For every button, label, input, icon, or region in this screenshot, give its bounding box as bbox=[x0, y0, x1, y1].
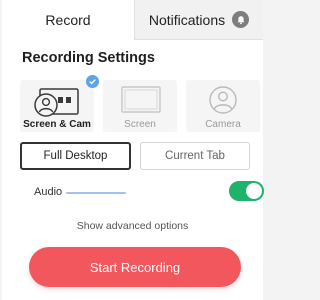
tab-record[interactable]: Record bbox=[2, 0, 134, 40]
mode-screen[interactable]: Screen bbox=[103, 80, 177, 132]
audio-level-meter bbox=[66, 192, 126, 194]
selected-check-icon bbox=[86, 75, 99, 88]
show-advanced-options-link[interactable]: Show advanced options bbox=[2, 220, 263, 232]
tab-record-label: Record bbox=[45, 12, 91, 28]
screen-cam-icon bbox=[34, 88, 79, 117]
mode-screen-cam[interactable]: Screen & Cam bbox=[20, 80, 94, 132]
mode-camera[interactable]: Camera bbox=[186, 80, 260, 132]
full-desktop-button[interactable]: Full Desktop bbox=[20, 142, 131, 170]
audio-toggle[interactable] bbox=[229, 181, 264, 201]
start-recording-button[interactable]: Start Recording bbox=[29, 247, 241, 287]
current-tab-button[interactable]: Current Tab bbox=[140, 142, 250, 170]
tab-bar: Record Notifications bbox=[2, 0, 263, 40]
recording-settings-heading: Recording Settings bbox=[22, 50, 155, 66]
recorder-panel: Record Notifications Recording Settings … bbox=[2, 0, 264, 300]
audio-label: Audio bbox=[34, 186, 63, 198]
camera-user-icon bbox=[209, 86, 237, 114]
screen-icon bbox=[121, 86, 161, 113]
mode-screen-cam-label: Screen & Cam bbox=[23, 119, 91, 130]
audio-toggle-knob bbox=[246, 183, 262, 199]
mode-screen-label: Screen bbox=[124, 119, 156, 130]
bell-icon bbox=[232, 11, 250, 28]
mode-camera-label: Camera bbox=[205, 119, 241, 130]
tab-notifications[interactable]: Notifications bbox=[134, 0, 263, 40]
tab-notifications-label: Notifications bbox=[148, 11, 226, 28]
